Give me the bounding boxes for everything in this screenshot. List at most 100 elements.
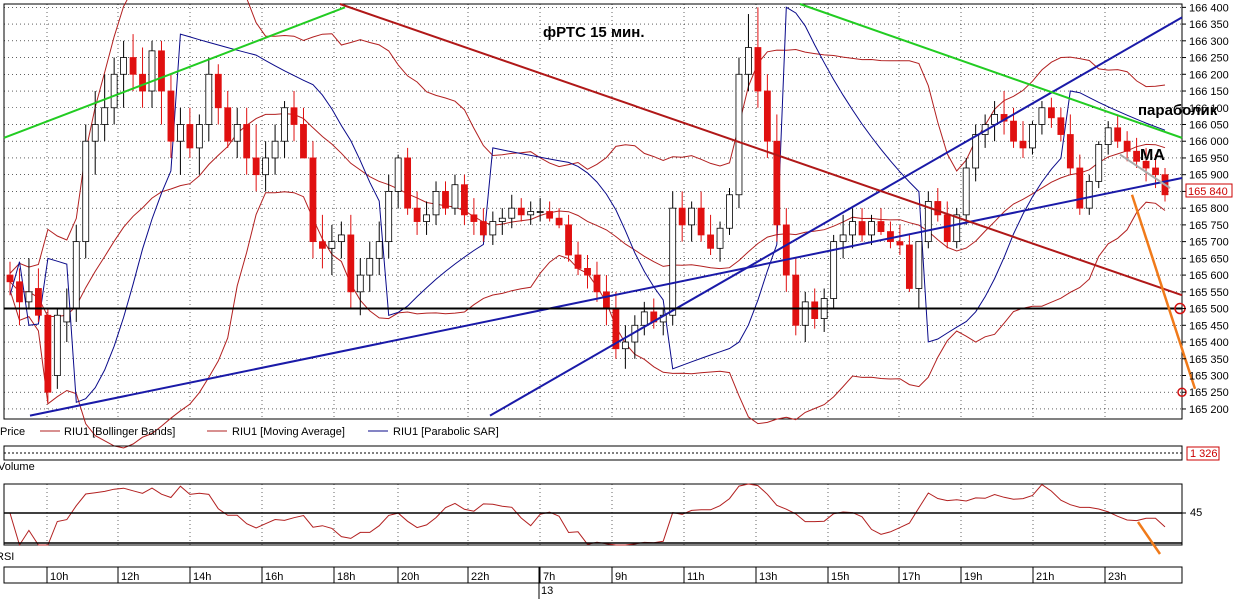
rsi-forecast-line [1136, 521, 1162, 555]
candle-body [139, 73, 146, 92]
price-tick-label: 165 600 [1189, 270, 1229, 282]
volume-title: Volume [0, 461, 35, 473]
candle-body [697, 207, 705, 236]
candle-body [101, 107, 109, 125]
price-chart[interactable]: 166 400 166 350 166 300 166 250 166 200 166 1… [0, 0, 1233, 601]
candle-body [366, 257, 374, 276]
candle-body [300, 124, 307, 159]
legend-parabolic-sar: RIU1 [Parabolic SAR] [393, 426, 499, 438]
price-tick-label: 165 900 [1189, 170, 1229, 182]
candle-body [896, 241, 904, 246]
candle-body [915, 241, 923, 289]
time-tick-label: 14h [193, 571, 211, 583]
price-tick-label: 166 350 [1189, 19, 1229, 31]
candle-body [290, 107, 298, 125]
candle-body [858, 221, 866, 236]
candle-body [158, 50, 165, 92]
candle-body [44, 314, 52, 393]
candle-body [252, 157, 260, 176]
candle-body [593, 274, 601, 293]
indicator-overlays [9, 0, 1166, 449]
candle-body [745, 47, 752, 75]
candle-body [735, 73, 743, 196]
candle-body [442, 191, 449, 209]
candle-body [451, 184, 459, 209]
candle-body [224, 107, 232, 142]
candle-body [328, 241, 336, 249]
time-tick-label: 13h [759, 571, 777, 583]
candle-body [1076, 167, 1084, 209]
candle-body [555, 217, 563, 226]
rsi-level-label: 45 [1190, 507, 1202, 519]
volume-value-label: 1 326 [1190, 448, 1218, 460]
price-tick-label: 165 700 [1189, 237, 1229, 249]
candle-body [726, 194, 733, 229]
time-axis-frame [3, 566, 1183, 584]
candle-body [82, 140, 90, 243]
candle-body [16, 281, 23, 303]
date-label: 13 [541, 585, 553, 597]
candle-body [1095, 144, 1103, 182]
channel-lower-line [29, 177, 1183, 417]
candle-body [574, 254, 582, 269]
price-tick-label: 165 650 [1189, 253, 1229, 265]
candle-body [271, 140, 279, 159]
candle-body [688, 207, 696, 226]
time-tick-label: 11h [687, 571, 705, 583]
candle-body [962, 167, 970, 216]
price-tick-label: 166 250 [1189, 53, 1229, 65]
candle-body [233, 124, 241, 142]
candle-body [356, 274, 364, 293]
legend-moving-average: RIU1 [Moving Average] [232, 426, 345, 438]
candles [6, 7, 1169, 403]
candle-body [337, 234, 345, 243]
time-tick-label: 18h [337, 571, 355, 583]
candle-body [972, 134, 980, 169]
candle-body [129, 57, 137, 75]
time-tick-label: 22h [471, 571, 489, 583]
candle-body [1123, 140, 1131, 152]
candle-body [707, 234, 714, 249]
annotation-ma: МА [1140, 147, 1165, 164]
price-tick-label: 165 550 [1189, 287, 1229, 299]
candle-body [640, 311, 648, 326]
candle-body [470, 214, 478, 222]
candle-body [167, 90, 175, 142]
candle-body [565, 224, 572, 256]
candle-body [621, 341, 629, 350]
candle-body [53, 314, 61, 376]
candle-body [262, 157, 270, 176]
time-tick-label: 9h [615, 571, 627, 583]
candle-body [489, 221, 497, 236]
candle-body [243, 124, 251, 159]
time-tick-label: 17h [902, 571, 920, 583]
candle-body [148, 50, 156, 92]
legend-bollinger: RIU1 [Bollinger Bands] [64, 426, 175, 438]
candle-body [669, 207, 677, 316]
price-tick-label: 165 950 [1189, 153, 1229, 165]
candle-body [309, 157, 317, 243]
candle-body [347, 234, 355, 293]
candle-body [678, 207, 686, 226]
candle-body [35, 288, 42, 316]
rsi-title: RSI [0, 551, 14, 563]
time-tick-label: 16h [265, 571, 283, 583]
candle-body [782, 224, 790, 276]
candle-body [1104, 127, 1112, 145]
price-tick-label: 166 150 [1189, 86, 1229, 98]
time-tick-label: 15h [831, 571, 849, 583]
candle-body [527, 211, 535, 216]
price-tick-label: 166 050 [1189, 119, 1229, 131]
time-tick-label: 12h [121, 571, 139, 583]
candle-body [1010, 120, 1017, 142]
price-tick-label: 165 500 [1189, 304, 1229, 316]
candle-body [1085, 180, 1093, 209]
legend-price: Price [0, 426, 25, 438]
candle-body [1038, 107, 1046, 125]
candle-body [25, 291, 33, 303]
grid [3, 3, 1183, 599]
candle-body [432, 191, 440, 216]
candle-body [461, 184, 468, 216]
price-tick-label: 165 250 [1189, 387, 1229, 399]
candle-body [1047, 107, 1055, 119]
